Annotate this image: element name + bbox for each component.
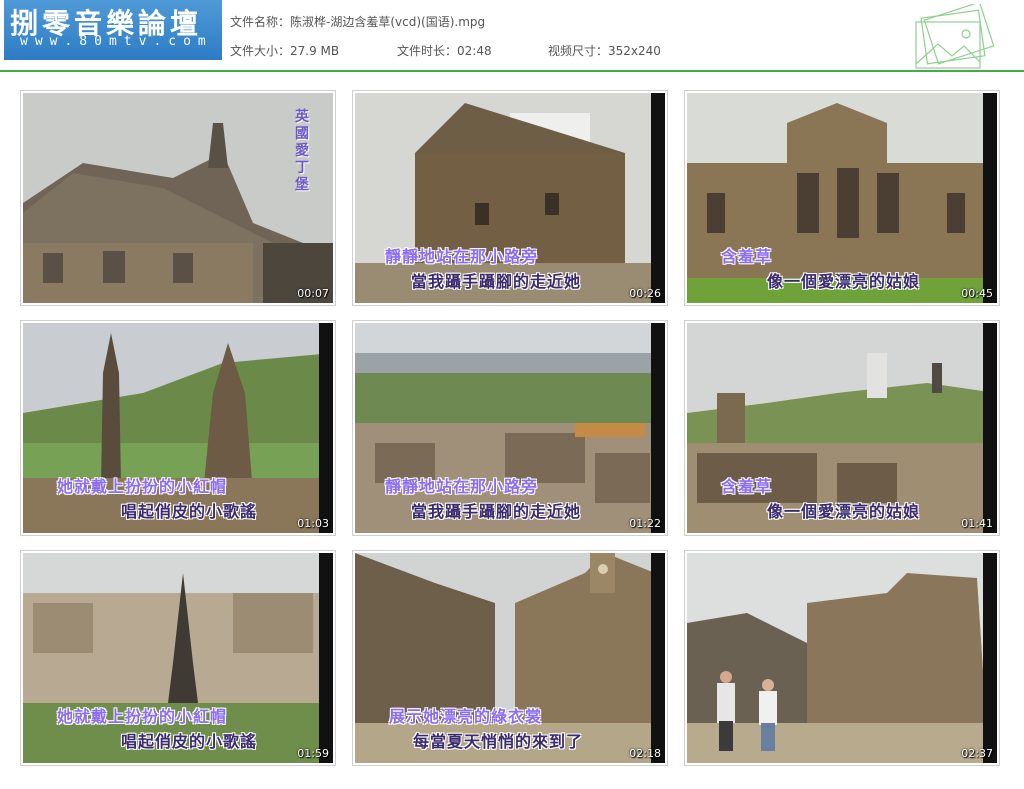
thumbnail[interactable]: 含羞草 像一個愛漂亮的姑娘 00:45 — [684, 90, 1000, 306]
header-divider — [0, 70, 1024, 72]
duration-row: 文件时长：02:48 — [397, 42, 492, 59]
thumbnail[interactable]: 含羞草 像一個愛漂亮的姑娘 01:41 — [684, 320, 1000, 536]
location-caption: 英國愛丁堡 — [295, 109, 309, 193]
lyric-line-1: 她就戴上扮扮的小紅帽 — [57, 707, 228, 726]
thumbnail-frame: 靜靜地站在那小路旁 當我躡手躡腳的走近她 01:22 — [355, 323, 665, 533]
lyric-line-1: 含羞草 — [721, 247, 773, 266]
castle-roof-scene — [23, 93, 333, 303]
thumbnail-frame: 她就戴上扮扮的小紅帽 唱起俏皮的小歌謠 01:59 — [23, 553, 333, 763]
thumbnail[interactable]: 她就戴上扮扮的小紅帽 唱起俏皮的小歌謠 01:59 — [20, 550, 336, 766]
timestamp: 01:41 — [961, 517, 993, 530]
thumbnail[interactable]: 展示她漂亮的綠衣裳 每當夏天悄悄的來到了 02:18 — [352, 550, 668, 766]
timestamp: 02:37 — [961, 747, 993, 760]
lyric-line-1: 展示她漂亮的綠衣裳 — [389, 707, 543, 726]
thumbnail[interactable]: 靜靜地站在那小路旁 當我躡手躡腳的走近她 01:22 — [352, 320, 668, 536]
thumbnail[interactable]: 靜靜地站在那小路旁 當我躡手躡腳的走近她 00:26 — [352, 90, 668, 306]
file-name-value: 陈淑桦-湖边含羞草(vcd)(国语).mpg — [290, 15, 486, 29]
thumbnail[interactable]: 她就戴上扮扮的小紅帽 唱起俏皮的小歌謠 01:03 — [20, 320, 336, 536]
thumbnail[interactable]: 英國愛丁堡 00:07 — [20, 90, 336, 306]
timestamp: 00:45 — [961, 287, 993, 300]
courtyard-visitors-scene — [687, 553, 997, 763]
thumbnail-frame: 靜靜地站在那小路旁 當我躡手躡腳的走近她 00:26 — [355, 93, 665, 303]
site-logo: 捌零音樂論壇 www.80mtv.com — [4, 0, 222, 60]
file-name-label: 文件名称： — [230, 15, 291, 29]
lyric-line-2: 唱起俏皮的小歌謠 — [121, 732, 258, 751]
lyric-line-1: 靜靜地站在那小路旁 — [385, 247, 539, 266]
lyric-line-2: 唱起俏皮的小歌謠 — [121, 502, 258, 521]
timestamp: 00:26 — [629, 287, 661, 300]
thumbnail[interactable]: 02:37 — [684, 550, 1000, 766]
thumbnail-frame: 英國愛丁堡 00:07 — [23, 93, 333, 303]
lyric-line-1: 靜靜地站在那小路旁 — [385, 477, 539, 496]
lyric-line-2: 當我躡手躡腳的走近她 — [411, 502, 582, 521]
lyric-line-2: 像一個愛漂亮的姑娘 — [767, 272, 921, 291]
lyric-line-2: 像一個愛漂亮的姑娘 — [767, 502, 921, 521]
file-size-row: 文件大小：27.9 MB — [230, 42, 339, 59]
duration-label: 文件时长： — [397, 44, 458, 58]
timestamp: 01:59 — [297, 747, 329, 760]
duration-value: 02:48 — [457, 44, 492, 58]
thumbnail-frame: 她就戴上扮扮的小紅帽 唱起俏皮的小歌謠 01:03 — [23, 323, 333, 533]
file-info-header: 捌零音樂論壇 www.80mtv.com 文件名称：陈淑桦-湖边含羞草(vcd)… — [0, 0, 1024, 72]
timestamp: 01:03 — [297, 517, 329, 530]
timestamp: 02:18 — [629, 747, 661, 760]
resolution-value: 352x240 — [608, 44, 661, 58]
timestamp: 00:07 — [297, 287, 329, 300]
thumbnail-frame: 展示她漂亮的綠衣裳 每當夏天悄悄的來到了 02:18 — [355, 553, 665, 763]
file-name-row: 文件名称：陈淑桦-湖边含羞草(vcd)(国语).mpg — [230, 13, 485, 30]
photos-icon — [915, 4, 995, 69]
lyric-line-2: 每當夏天悄悄的來到了 — [413, 732, 584, 751]
thumbnail-frame: 含羞草 像一個愛漂亮的姑娘 01:41 — [687, 323, 997, 533]
lyric-line-2: 當我躡手躡腳的走近她 — [411, 272, 582, 291]
file-size-value: 27.9 MB — [290, 44, 340, 58]
lyric-line-1: 含羞草 — [721, 477, 773, 496]
thumbnail-frame: 含羞草 像一個愛漂亮的姑娘 00:45 — [687, 93, 997, 303]
file-size-label: 文件大小： — [230, 44, 291, 58]
resolution-label: 视频尺寸： — [548, 44, 609, 58]
resolution-row: 视频尺寸：352x240 — [548, 42, 661, 59]
timestamp: 01:22 — [629, 517, 661, 530]
thumbnail-frame: 02:37 — [687, 553, 997, 763]
logo-url: www.80mtv.com — [20, 34, 213, 49]
lyric-line-1: 她就戴上扮扮的小紅帽 — [57, 477, 228, 496]
